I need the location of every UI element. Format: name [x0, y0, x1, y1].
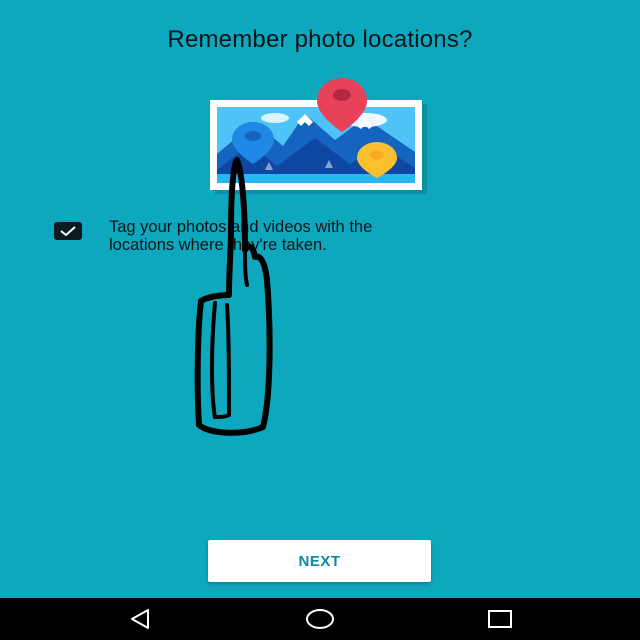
location-prompt-screen: Remember photo locations? Tag your photo… [0, 0, 640, 598]
recents-button[interactable] [470, 598, 530, 640]
tag-locations-checkbox[interactable] [54, 222, 82, 240]
description-line-1: Tag your photos and videos with the [109, 218, 373, 236]
check-icon [60, 226, 76, 237]
back-button[interactable] [110, 598, 170, 640]
home-button[interactable] [290, 598, 350, 640]
pointing-finger-drawing [194, 157, 273, 436]
page-title: Remember photo locations? [167, 26, 473, 53]
next-button[interactable]: NEXT [208, 540, 431, 582]
navigation-bar [0, 598, 640, 640]
tag-locations-description[interactable]: Tag your photos and videos with the loca… [109, 218, 549, 254]
back-triangle-icon [131, 609, 149, 629]
recents-square-icon [488, 610, 512, 628]
home-circle-icon [306, 609, 334, 629]
description-line-2: locations where they're taken. [109, 236, 327, 254]
